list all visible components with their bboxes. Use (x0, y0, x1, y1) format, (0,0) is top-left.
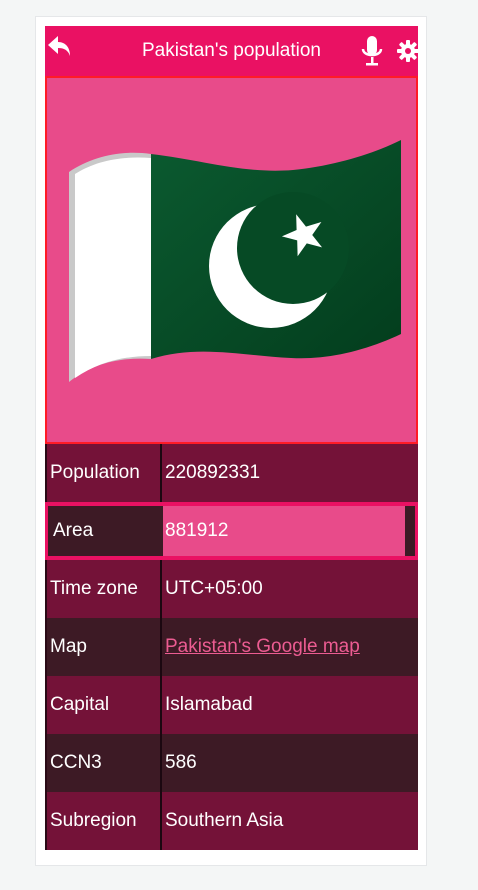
row-value: UTC+05:00 (165, 578, 263, 599)
row-value: Islamabad (165, 694, 253, 715)
microphone-icon[interactable] (361, 35, 383, 67)
header-bar: Pakistan's population (45, 26, 419, 76)
table-row-subregion[interactable]: Subregion Southern Asia (45, 792, 418, 850)
pakistan-flag-icon (69, 140, 401, 382)
gear-icon[interactable] (397, 40, 419, 62)
row-value: Pakistan's Google map (162, 618, 418, 676)
row-value: 881912 (163, 506, 405, 556)
table-row-population[interactable]: Population 220892331 (45, 444, 418, 502)
flag-image-container (45, 76, 418, 444)
info-table: Population 220892331 Area 881912 Time zo… (45, 444, 418, 850)
row-label: Area (48, 506, 163, 556)
google-map-link[interactable]: Pakistan's Google map (165, 636, 360, 658)
table-row-time-zone[interactable]: Time zone UTC+05:00 (45, 560, 418, 618)
row-label: CCN3 (47, 734, 162, 792)
row-label: Population (47, 444, 162, 502)
row-value: Southern Asia (165, 810, 284, 831)
table-row-map[interactable]: Map Pakistan's Google map (45, 618, 418, 676)
table-row-area[interactable]: Area 881912 (45, 502, 418, 560)
row-value: 220892331 (165, 462, 261, 483)
row-label: Time zone (47, 560, 162, 618)
row-label: Subregion (47, 792, 162, 850)
country-detail-panel: Pakistan's population Population 2208923… (45, 26, 419, 850)
row-value: 586 (165, 752, 197, 773)
table-row-capital[interactable]: Capital Islamabad (45, 676, 418, 734)
row-edge (405, 506, 415, 556)
row-label: Capital (47, 676, 162, 734)
row-label: Map (47, 618, 162, 676)
table-row-ccn3[interactable]: CCN3 586 (45, 734, 418, 792)
